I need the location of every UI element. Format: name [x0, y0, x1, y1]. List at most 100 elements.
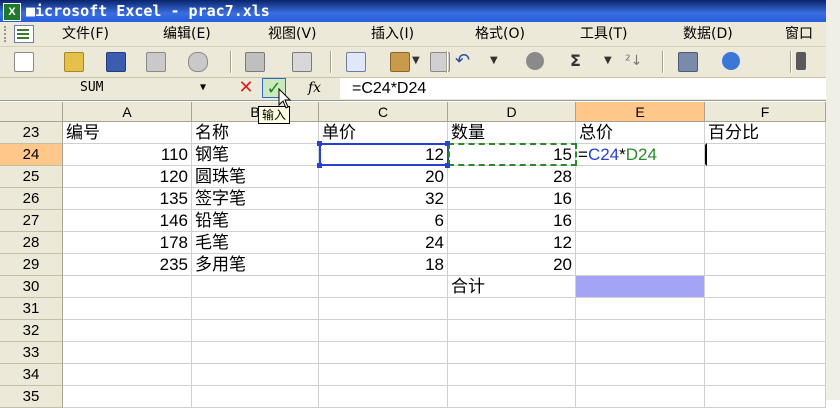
cell-e30[interactable]: [576, 276, 705, 298]
cell-b29[interactable]: 多用笔: [192, 254, 319, 276]
cell-e33[interactable]: [576, 342, 705, 364]
cell-a27[interactable]: 146: [63, 210, 192, 232]
cell-a34[interactable]: [63, 364, 192, 386]
paste-icon[interactable]: [390, 52, 410, 72]
menu-edit[interactable]: 编辑(E): [163, 22, 211, 46]
cell-e29[interactable]: [576, 254, 705, 276]
row-header-29[interactable]: 29: [0, 254, 63, 276]
row-header-31[interactable]: 31: [0, 298, 63, 320]
menu-window[interactable]: 窗口: [785, 22, 813, 46]
vertical-scrollbar[interactable]: [826, 0, 840, 400]
cell-c28[interactable]: 24: [319, 232, 448, 254]
cell-c27[interactable]: 6: [319, 210, 448, 232]
autosum-dropdown-icon[interactable]: ▼: [604, 50, 612, 72]
cell-d28[interactable]: 12: [448, 232, 576, 254]
row-header-26[interactable]: 26: [0, 188, 63, 210]
reference-handle[interactable]: [317, 163, 322, 168]
cell-e31[interactable]: [576, 298, 705, 320]
print-preview-icon[interactable]: [292, 52, 312, 72]
menu-tools[interactable]: 工具(T): [580, 22, 627, 46]
autosum-icon[interactable]: Σ: [570, 50, 581, 72]
cell-b23[interactable]: 名称: [192, 122, 319, 144]
cell-b33[interactable]: [192, 342, 319, 364]
cell-b28[interactable]: 毛笔: [192, 232, 319, 254]
cell-d29[interactable]: 20: [448, 254, 576, 276]
cell-c24[interactable]: 12: [319, 144, 448, 166]
column-header-c[interactable]: C: [319, 102, 448, 122]
cell-c33[interactable]: [319, 342, 448, 364]
cell-f28[interactable]: [705, 232, 826, 254]
row-header-23[interactable]: 23: [0, 122, 63, 144]
cell-f25[interactable]: [705, 166, 826, 188]
research-icon[interactable]: [526, 52, 544, 70]
cell-a30[interactable]: [63, 276, 192, 298]
undo-icon[interactable]: ↶: [455, 50, 470, 72]
cell-e35[interactable]: [576, 386, 705, 408]
cell-b35[interactable]: [192, 386, 319, 408]
chevron-down-icon[interactable]: ▼: [200, 78, 206, 98]
menu-data[interactable]: 数据(D): [683, 22, 733, 46]
menu-file[interactable]: 文件(F): [62, 22, 109, 46]
reference-handle[interactable]: [445, 141, 450, 146]
menu-format[interactable]: 格式(O): [475, 22, 525, 46]
reference-handle[interactable]: [445, 163, 450, 168]
cell-e25[interactable]: [576, 166, 705, 188]
select-all-corner[interactable]: [0, 102, 63, 122]
cell-c23[interactable]: 单价: [319, 122, 448, 144]
cell-d23[interactable]: 数量: [448, 122, 576, 144]
permission-icon[interactable]: [146, 52, 166, 72]
cell-b31[interactable]: [192, 298, 319, 320]
menu-insert[interactable]: 插入(I): [371, 22, 414, 46]
cell-f33[interactable]: [705, 342, 826, 364]
cancel-icon[interactable]: ✕: [236, 79, 256, 97]
row-header-34[interactable]: 34: [0, 364, 63, 386]
cell-f32[interactable]: [705, 320, 826, 342]
column-header-b[interactable]: B: [192, 102, 319, 122]
cell-c31[interactable]: [319, 298, 448, 320]
cell-b26[interactable]: 签字笔: [192, 188, 319, 210]
row-header-25[interactable]: 25: [0, 166, 63, 188]
cell-a32[interactable]: [63, 320, 192, 342]
workbook-icon[interactable]: [14, 25, 34, 43]
cell-a23[interactable]: 编号: [63, 122, 192, 144]
cell-c30[interactable]: [319, 276, 448, 298]
insert-function-icon[interactable]: fx: [308, 78, 321, 98]
row-header-33[interactable]: 33: [0, 342, 63, 364]
cell-d35[interactable]: [448, 386, 576, 408]
undo-dropdown-icon[interactable]: ▼: [490, 50, 498, 72]
row-header-28[interactable]: 28: [0, 232, 63, 254]
column-header-e[interactable]: E: [576, 102, 705, 122]
cell-e34[interactable]: [576, 364, 705, 386]
help-icon[interactable]: [722, 52, 740, 70]
row-header-24[interactable]: 24: [0, 144, 63, 166]
cell-f27[interactable]: [705, 210, 826, 232]
row-header-35[interactable]: 35: [0, 386, 63, 408]
new-icon[interactable]: [14, 52, 34, 72]
cell-d31[interactable]: [448, 298, 576, 320]
toolbar-options-icon[interactable]: [796, 52, 806, 70]
cell-d33[interactable]: [448, 342, 576, 364]
cell-f34[interactable]: [705, 364, 826, 386]
cell-a31[interactable]: [63, 298, 192, 320]
cell-c25[interactable]: 20: [319, 166, 448, 188]
cell-b27[interactable]: 铅笔: [192, 210, 319, 232]
cell-b24[interactable]: 钢笔: [192, 144, 319, 166]
cell-d26[interactable]: 16: [448, 188, 576, 210]
cell-a33[interactable]: [63, 342, 192, 364]
cell-d30[interactable]: 合计: [448, 276, 576, 298]
cell-e27[interactable]: [576, 210, 705, 232]
cell-e32[interactable]: [576, 320, 705, 342]
cell-c35[interactable]: [319, 386, 448, 408]
email-icon[interactable]: [188, 52, 208, 72]
cell-f30[interactable]: [705, 276, 826, 298]
menu-view[interactable]: 视图(V): [268, 22, 317, 46]
cell-e23[interactable]: 总价: [576, 122, 705, 144]
reference-handle[interactable]: [317, 141, 322, 146]
cell-d34[interactable]: [448, 364, 576, 386]
row-header-32[interactable]: 32: [0, 320, 63, 342]
cell-f26[interactable]: [705, 188, 826, 210]
cell-b32[interactable]: [192, 320, 319, 342]
cell-a26[interactable]: 135: [63, 188, 192, 210]
cell-a24[interactable]: 110: [63, 144, 192, 166]
cell-d25[interactable]: 28: [448, 166, 576, 188]
